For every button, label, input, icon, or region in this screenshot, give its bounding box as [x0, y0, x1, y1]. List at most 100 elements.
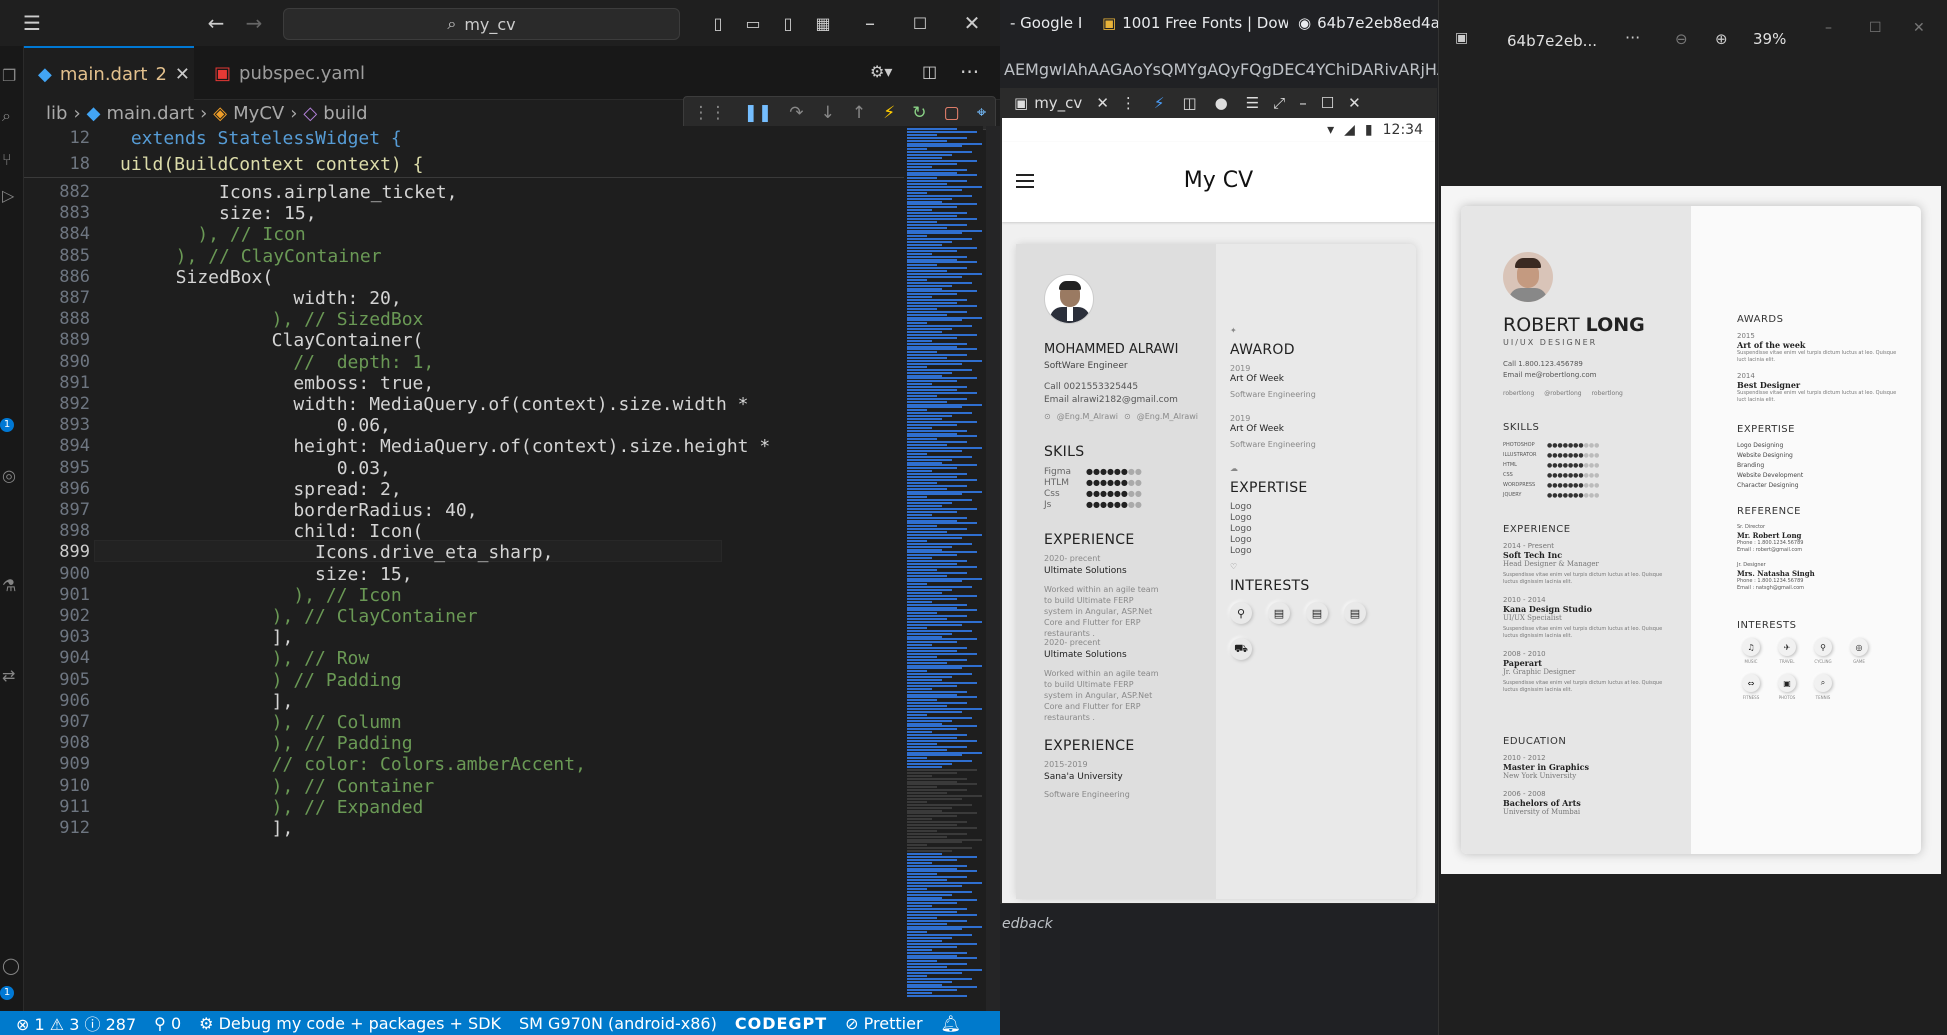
- maximize-icon[interactable]: ☐: [908, 12, 932, 34]
- customize-layout-icon[interactable]: ▦: [811, 12, 835, 34]
- problems-status[interactable]: ⊗ 1 ⚠ 3 ⓘ 287: [16, 1011, 136, 1035]
- extensions-icon[interactable]: ◎: [2, 466, 22, 486]
- skill-row: HTLM ●●●●●●●●: [1044, 477, 1204, 488]
- remote-icon[interactable]: ⇄: [2, 666, 22, 686]
- more-actions-icon[interactable]: ···: [960, 60, 979, 84]
- debug-toolbar: ⋮⋮ ❚❚ ↷ ↓ ↑ ⚡ ↻ ▢ ⌖: [683, 96, 996, 130]
- tab-pubspec-yaml[interactable]: ▣ pubspec.yaml: [200, 46, 380, 100]
- zoom-in-icon[interactable]: ⊕: [1715, 30, 1728, 48]
- skill-label: HTLM: [1044, 477, 1070, 488]
- gamepad-icon[interactable]: ◫: [1182, 94, 1196, 112]
- minimap-line: [907, 612, 937, 615]
- edu-title: Sana'a University: [1044, 772, 1123, 782]
- pause-icon[interactable]: ❚❚: [744, 103, 773, 123]
- toggle-secondary-sidebar-icon[interactable]: ▯: [776, 12, 800, 34]
- editor-scrollbar[interactable]: [986, 126, 1000, 1021]
- close-tab-icon[interactable]: ✕: [175, 64, 190, 85]
- hot-reload-icon[interactable]: ⚡: [883, 103, 895, 123]
- step-over-icon[interactable]: ↷: [789, 103, 803, 123]
- forward-arrow-icon[interactable]: →: [242, 11, 266, 35]
- minimap-line: [907, 241, 952, 244]
- drag-handle-icon[interactable]: ⋮⋮: [693, 103, 727, 123]
- minimize-icon[interactable]: –: [858, 11, 882, 35]
- explorer-icon[interactable]: ❐: [2, 66, 22, 86]
- minimap-line: [907, 792, 947, 795]
- minimap-line: [907, 995, 967, 998]
- tab-main-dart[interactable]: ◆ main.dart 2 ✕: [24, 46, 194, 100]
- browser-tab[interactable]: - Google I: [1000, 14, 1092, 32]
- minimap-line: [907, 522, 977, 525]
- prettier-status[interactable]: ⊘ Prettier: [845, 1014, 922, 1033]
- zoom-out-icon[interactable]: ⊖: [1675, 30, 1688, 48]
- code-line: emboss: true,: [250, 372, 435, 394]
- close-window-icon[interactable]: ✕: [1348, 94, 1361, 112]
- exp-date: 2014 - Present: [1503, 542, 1555, 550]
- split-editor-icon[interactable]: ◫: [922, 62, 937, 81]
- search-sidebar-icon[interactable]: ⌕: [2, 106, 22, 126]
- browser-tab-label: - Google I: [1010, 14, 1083, 32]
- minimap-line: [907, 345, 957, 348]
- source-control-icon[interactable]: ⑂: [2, 150, 22, 170]
- browser-tab[interactable]: ▣1001 Free Fonts | Down✕: [1092, 14, 1288, 32]
- zoom-level[interactable]: 39%: [1753, 30, 1786, 48]
- code-line: ), // ClayContainer: [250, 606, 478, 627]
- close-window-icon[interactable]: ✕: [1913, 20, 1925, 36]
- restart-icon[interactable]: ↻: [912, 103, 926, 123]
- minimap[interactable]: [903, 126, 983, 1021]
- minimap-line: [907, 629, 972, 632]
- codegpt-status[interactable]: CODEGPT: [735, 1014, 827, 1033]
- minimap-line: [907, 444, 947, 447]
- run-dropdown-icon[interactable]: ⚙▾: [870, 62, 892, 81]
- code-line: ClayContainer(: [250, 330, 424, 352]
- award-desc: Software Engineering: [1230, 440, 1316, 449]
- code-line: ) // Padding: [250, 669, 402, 691]
- minimap-line: [907, 452, 927, 455]
- account-icon[interactable]: ◯: [2, 956, 22, 976]
- minimap-line: [907, 655, 937, 658]
- device-status[interactable]: SM G970N (android-x86): [519, 1014, 717, 1033]
- skills-heading: SKILLS: [1503, 422, 1540, 433]
- minimap-line: [907, 539, 927, 542]
- flash-icon[interactable]: ⚡: [1154, 94, 1165, 112]
- maximize-icon[interactable]: ☐: [1321, 94, 1334, 112]
- debug-status[interactable]: ⚙ Debug my code + packages + SDK: [199, 1014, 501, 1033]
- more-icon[interactable]: ⋮: [1121, 94, 1136, 112]
- breadcrumb-item[interactable]: MyCV: [233, 103, 284, 124]
- breadcrumb-item[interactable]: build: [323, 103, 367, 124]
- minimize-icon[interactable]: –: [1825, 20, 1832, 36]
- toggle-panel-icon[interactable]: ▭: [741, 12, 765, 34]
- hamburger-menu-icon[interactable]: ☰: [20, 11, 44, 35]
- skill-dots: ●●●●●●●●: [1086, 500, 1142, 509]
- code-editor[interactable]: 12 extends StatelessWidget { 18 uild(Bui…: [24, 126, 904, 1021]
- menu-icon[interactable]: ☰: [1246, 94, 1259, 112]
- toggle-primary-sidebar-icon[interactable]: ▯: [706, 12, 730, 34]
- minimap-line: [907, 476, 957, 478]
- browser-tab[interactable]: ◉ 64b7e2eb8ed4a45b9: [1288, 14, 1438, 32]
- minimap-line: [907, 670, 927, 673]
- minimap-line: [907, 368, 972, 371]
- ports-status[interactable]: ⚲ 0: [154, 1014, 181, 1033]
- minimize-icon[interactable]: –: [1299, 94, 1307, 112]
- command-center-search[interactable]: ⌕ my_cv: [283, 8, 680, 40]
- back-arrow-icon[interactable]: ←: [204, 11, 228, 35]
- maximize-icon[interactable]: ☐: [1869, 20, 1882, 36]
- close-tab-icon[interactable]: ✕: [1096, 94, 1109, 112]
- feedback-link[interactable]: edback: [1002, 916, 1053, 932]
- testing-icon[interactable]: ⚗: [2, 576, 22, 596]
- breadcrumb-item[interactable]: lib: [46, 103, 67, 124]
- step-into-icon[interactable]: ↓: [821, 103, 835, 123]
- step-out-icon[interactable]: ↑: [852, 103, 866, 123]
- record-icon[interactable]: ●: [1215, 94, 1228, 112]
- fitness-icon: ⇔: [1742, 674, 1760, 692]
- widget-inspector-icon[interactable]: ⌖: [977, 103, 987, 123]
- notifications-bell-icon[interactable]: 🔔︎: [941, 1014, 961, 1033]
- run-debug-icon[interactable]: ▷: [2, 186, 22, 206]
- stop-icon[interactable]: ▢: [944, 103, 960, 123]
- rotate-icon[interactable]: ⤢: [1273, 94, 1285, 112]
- minimap-line: [907, 809, 942, 812]
- more-icon[interactable]: ···: [1625, 28, 1640, 47]
- close-window-icon[interactable]: ✕: [960, 11, 984, 35]
- minimap-line: [907, 516, 967, 519]
- breadcrumb-item[interactable]: main.dart: [106, 103, 194, 124]
- minimap-line: [907, 360, 982, 362]
